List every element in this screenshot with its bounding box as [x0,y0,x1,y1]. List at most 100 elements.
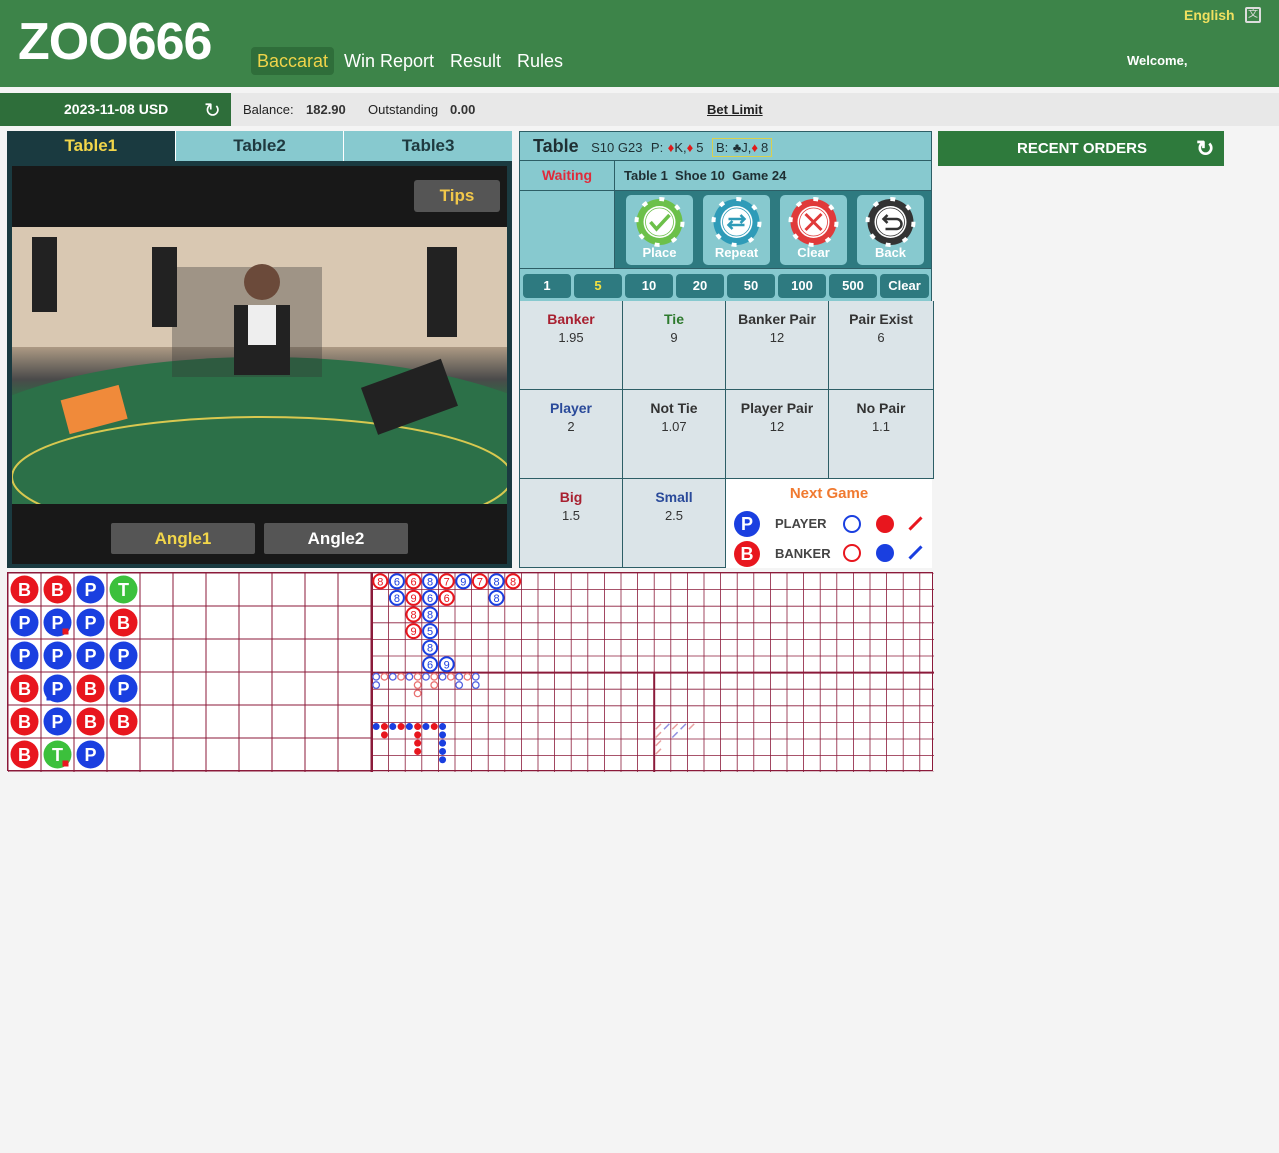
balance-value: 182.90 [306,102,346,117]
bet-odds: 1.07 [661,419,687,434]
big-road-number: 9 [444,659,450,671]
big-road-number: 9 [410,593,416,605]
bet-player[interactable]: Player 2 [520,390,623,479]
refresh-icon[interactable]: ↻ [204,98,221,123]
big-road-number: 8 [394,593,400,605]
bet-name: Not Tie [650,400,698,416]
clear-label: Clear [797,245,830,260]
bet-limit-link[interactable]: Bet Limit [707,93,763,126]
table-result-header: Table S10 G23 P: ♦K,♦ 5 B: ♣J,♦ 8 [520,132,931,161]
big-road-number: 6 [394,576,400,588]
bet-pair-exist[interactable]: Pair Exist 6 [829,301,934,390]
small-road-mark [439,731,447,739]
red-slash-icon [908,516,923,531]
chip-500[interactable]: 500 [829,274,877,298]
bet-name: Pair Exist [849,311,913,327]
chip-1[interactable]: 1 [523,274,571,298]
bead-label: P [84,745,96,765]
bet-no-pair[interactable]: No Pair 1.1 [829,390,934,479]
big-road-number: 9 [460,576,466,588]
chip-clear[interactable]: Clear [880,274,929,298]
player-predict-icon[interactable]: P [734,511,760,537]
bead-label: P [51,679,63,699]
nav-baccarat[interactable]: Baccarat [251,47,335,75]
big-road-number: 7 [477,576,483,588]
nav-win-report[interactable]: Win Report [338,47,440,75]
big-eye-mark [430,681,439,689]
table-tabs: Table1 Table2 Table3 [7,131,513,161]
blue-dot-icon [876,544,894,562]
tips-button[interactable]: Tips [414,180,500,212]
tab-table2[interactable]: Table2 [174,131,344,161]
refresh-icon[interactable]: ↻ [1196,131,1214,166]
cockroach-mark [671,723,679,730]
small-road-mark [414,747,422,755]
banker-predict-icon[interactable]: B [734,541,760,567]
language-icon[interactable]: 文 [1245,7,1261,23]
bead-label: P [117,646,129,666]
back-button[interactable]: Back [857,195,924,265]
bet-odds: 1.95 [558,330,584,345]
x-chip-icon [788,197,839,247]
small-road-mark [380,731,388,739]
shoe-game: S10 G23 [591,140,643,155]
bead-label: P [84,580,96,600]
cockroach-mark [688,723,695,730]
roadmap: BPPBBBBPPPPTPPPBBPTBPPB86869898685867699… [7,572,937,773]
check-chip-icon [634,197,685,247]
bet-banker-pair[interactable]: Banker Pair 12 [726,301,829,390]
language-selector[interactable]: English [1184,7,1235,23]
status-row: Waiting Table 1 Shoe 10 Game 24 [520,161,931,191]
bet-odds: 2.5 [664,508,684,523]
big-road-number: 9 [410,626,416,638]
cockroach-mark [680,723,687,730]
banker-predict-label[interactable]: BANKER [775,546,831,561]
cockroach-mark [663,723,670,730]
repeat-button[interactable]: Repeat [703,195,770,265]
big-eye-mark [455,681,464,689]
chip-5[interactable]: 5 [574,274,622,298]
cockroach-mark [655,723,662,730]
big-eye-mark [405,672,414,681]
chip-50[interactable]: 50 [727,274,775,298]
big-road-number: 8 [410,610,416,622]
bet-banker[interactable]: Banker 1.95 [520,301,623,390]
hollow-red-circle-icon [843,544,861,562]
bet-big[interactable]: Big 1.5 [520,479,623,568]
chip-100[interactable]: 100 [778,274,826,298]
date-currency: 2023-11-08 USD [0,93,231,126]
bet-player-pair[interactable]: Player Pair 12 [726,390,829,479]
big-eye-mark [422,672,430,681]
small-road-mark [439,756,447,764]
bead-label: P [84,613,96,633]
big-road-number: 8 [427,576,433,588]
bet-odds: 6 [877,330,885,345]
player-predict-label[interactable]: PLAYER [775,516,827,531]
tab-table3[interactable]: Table3 [343,131,513,161]
player-card: 5 [696,140,704,155]
bead-label: B [18,679,31,699]
chip-10[interactable]: 10 [625,274,673,298]
player-card: K [674,140,683,155]
angle1-button[interactable]: Angle1 [111,523,255,554]
red-dot-icon [876,515,894,533]
bet-small[interactable]: Small 2.5 [623,479,726,568]
big-road-number: 6 [444,593,450,605]
bead-label: T [118,580,129,600]
tab-table1[interactable]: Table1 [7,131,175,161]
bead-label: P [51,646,63,666]
bet-tie[interactable]: Tie 9 [623,301,726,390]
bead-label: T [52,745,63,765]
back-label: Back [874,245,907,260]
nav-rules[interactable]: Rules [511,47,569,75]
clear-button[interactable]: Clear [780,195,847,265]
logo[interactable]: ZOO666 [18,12,212,72]
angle2-button[interactable]: Angle2 [264,523,408,554]
bet-not-tie[interactable]: Not Tie 1.07 [623,390,726,479]
chip-20[interactable]: 20 [676,274,724,298]
nav-result[interactable]: Result [444,47,507,75]
bet-name: Player [549,400,593,416]
repeat-chip-icon [711,197,762,247]
place-button[interactable]: Place [626,195,693,265]
big-road-number: 8 [377,576,383,588]
